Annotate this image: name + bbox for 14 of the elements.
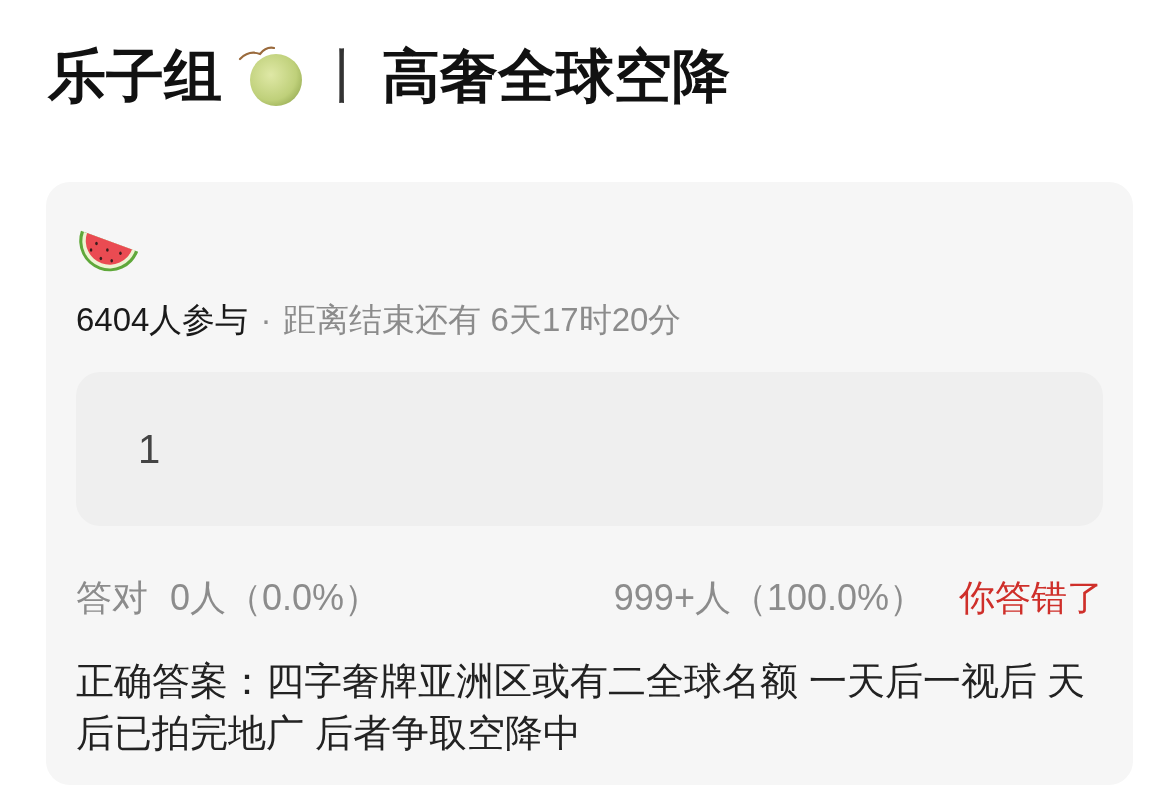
watermelon-slice-icon (78, 228, 140, 274)
participant-count: 6404人参与 (76, 300, 249, 340)
separator-dot: · (259, 300, 273, 340)
correct-label: 答对 (76, 576, 148, 620)
group-name: 乐子组 (48, 42, 222, 110)
title-separator: 丨 (314, 42, 372, 110)
melon-icon (236, 45, 304, 107)
poll-title: 高奢全球空降 (382, 42, 730, 110)
countdown: 距离结束还有 6天17时20分 (283, 300, 682, 340)
answer-field[interactable]: 1 (76, 372, 1103, 526)
verdict: 你答错了 (959, 576, 1103, 620)
correct-count: 0人（0.0%） (170, 576, 381, 620)
correct-answer-text: 正确答案：四字奢牌亚洲区或有二全球名额 一天后一视后 天后已拍完地广 后者争取空降中 (76, 659, 1087, 756)
wrong-count: 999+人（100.0%） (613, 576, 925, 620)
